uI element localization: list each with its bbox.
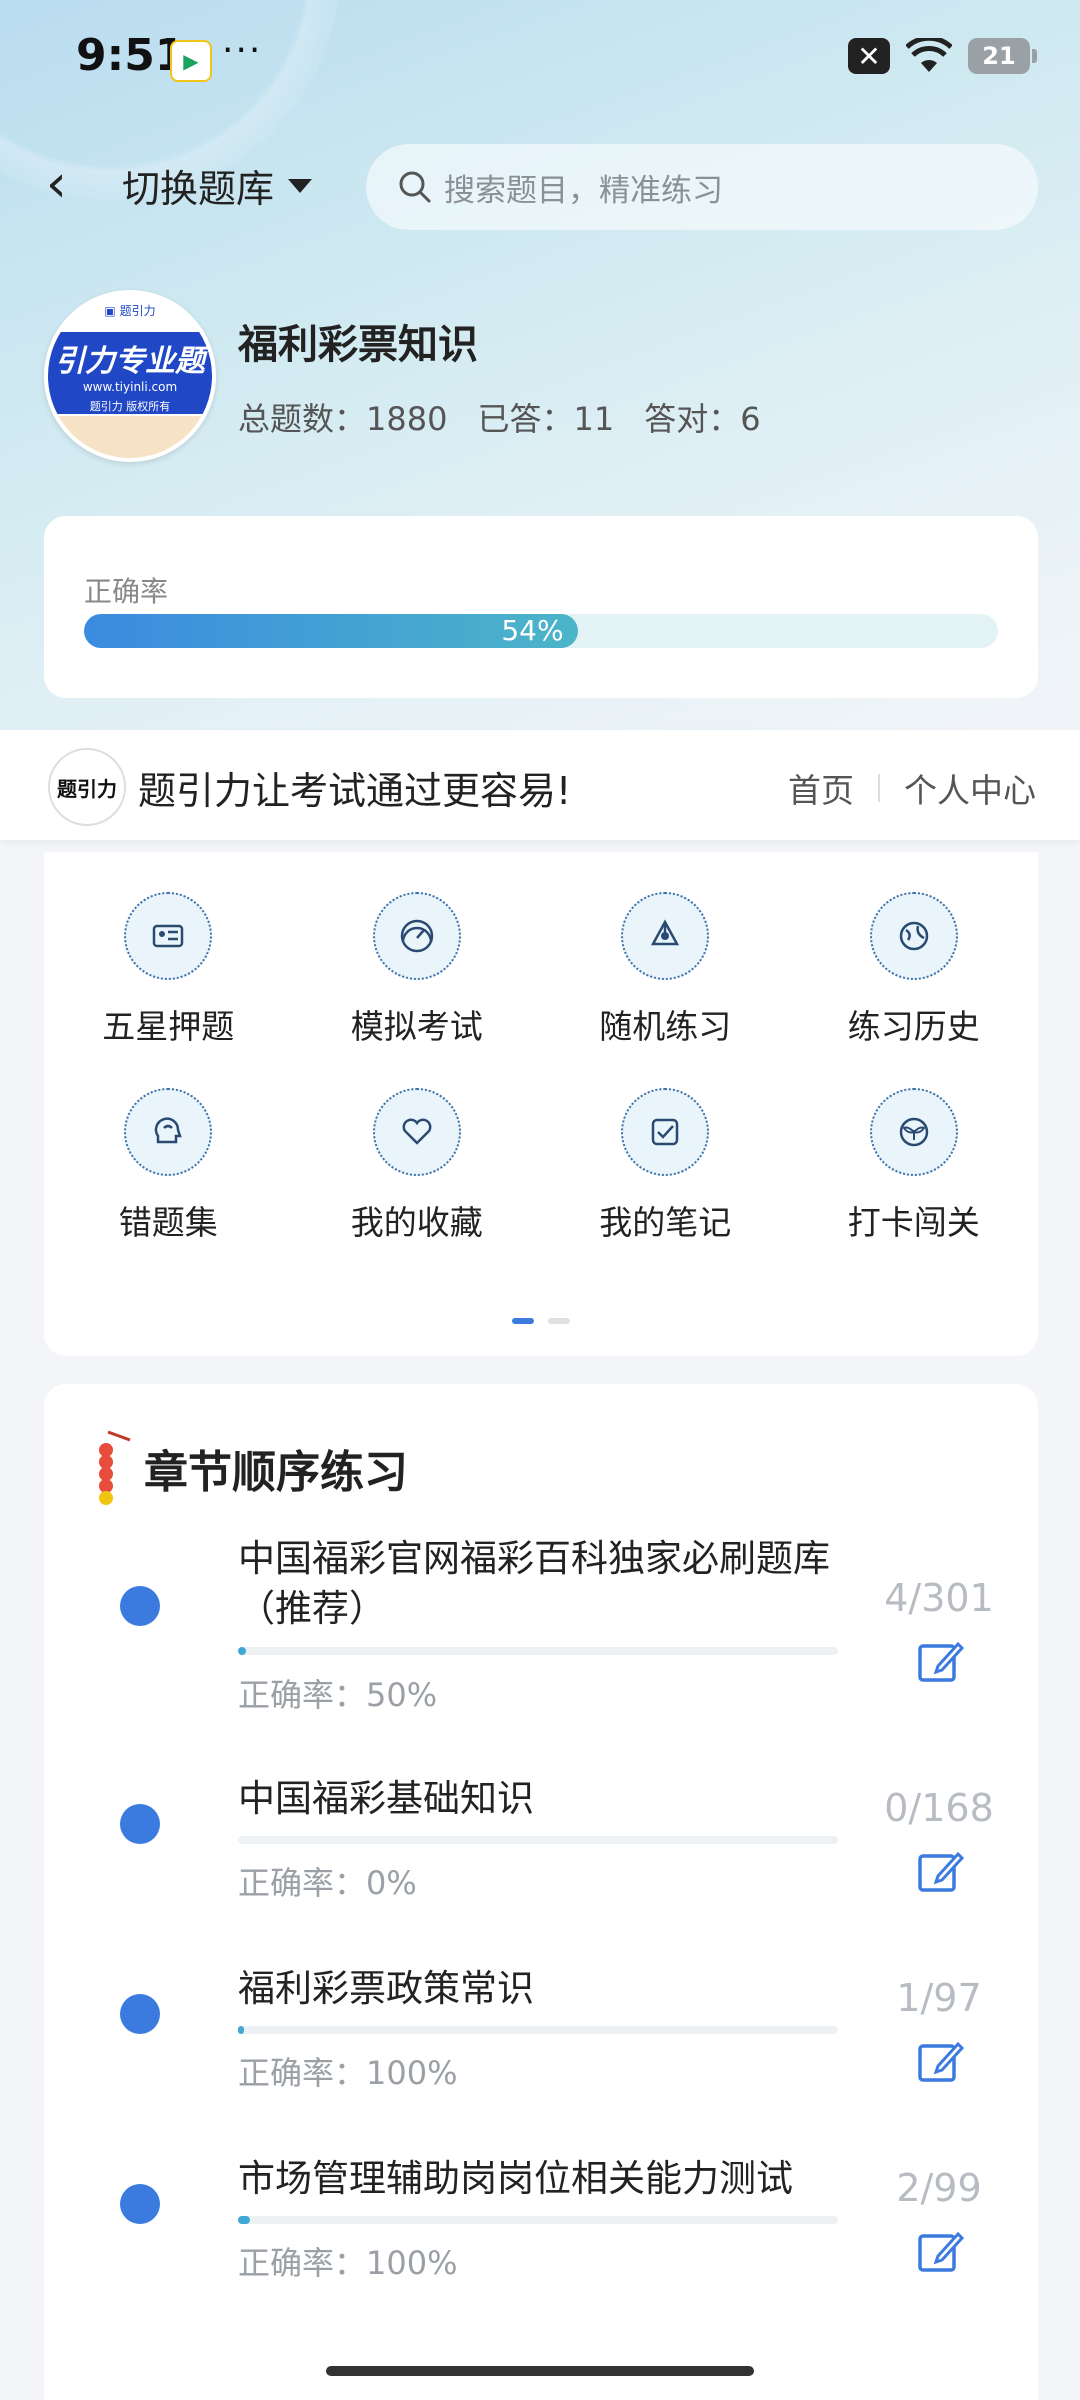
id-card-icon xyxy=(124,892,213,980)
home-indicator[interactable] xyxy=(326,2366,754,2376)
feature-item[interactable]: 我的收藏 xyxy=(293,1088,542,1244)
pager-dot[interactable] xyxy=(548,1318,570,1324)
chapter-progress-bar xyxy=(238,2026,838,2034)
chapter-bullet xyxy=(120,1994,160,2034)
chapter-progress-bar xyxy=(238,2216,838,2224)
profile-link[interactable]: 个人中心 xyxy=(904,764,1036,812)
chapter-count: 2/99 xyxy=(896,2166,982,2210)
feature-label: 我的收藏 xyxy=(350,1203,483,1242)
feature-label: 练习历史 xyxy=(847,1007,980,1046)
chapter-count: 4/301 xyxy=(884,1576,994,1620)
chapter-title: 福利彩票政策常识 xyxy=(238,1967,534,2010)
feature-grid: 五星押题 模拟考试 随机练习 练习历史错题集 我的收藏 我的笔记 打卡闯关 xyxy=(44,892,1038,1244)
chapter-title: 市场管理辅助岗岗位相关能力测试 xyxy=(238,2157,793,2200)
checklist-icon xyxy=(621,1088,710,1176)
chapter-section-header: 章节顺序练习 xyxy=(90,1426,408,1510)
sim-disabled-icon: ✕ xyxy=(848,38,890,74)
accuracy-card: 正确率 54% xyxy=(44,516,1038,698)
chapter-title: 中国福彩基础知识 xyxy=(238,1777,534,1820)
chapter-accuracy: 正确率：100% xyxy=(238,2054,458,2092)
search-input[interactable]: 搜索题目，精准练习 xyxy=(366,144,1038,230)
wifi-icon xyxy=(906,38,952,72)
chapter-bullet xyxy=(120,2184,160,2224)
accuracy-percent: 54% xyxy=(501,614,564,647)
chapter-item[interactable]: 中国福彩基础知识正确率：0% 0/168 xyxy=(44,1774,1038,1944)
chapter-accuracy: 正确率：50% xyxy=(238,1676,438,1714)
edit-icon[interactable] xyxy=(914,1636,966,1688)
bank-stats: 总题数：1880 已答：11 答对：6 xyxy=(238,394,761,440)
accuracy-progress-bar: 54% xyxy=(84,614,998,648)
logo-url: www.tiyinli.com xyxy=(82,380,178,394)
feature-label: 模拟考试 xyxy=(350,1007,483,1046)
chapter-progress-fill xyxy=(238,2216,251,2224)
edit-icon[interactable] xyxy=(914,2036,966,2088)
chapter-section-title: 章节顺序练习 xyxy=(144,1447,408,1498)
total-count: 总题数：1880 xyxy=(238,400,448,438)
bank-name: 福利彩票知识 xyxy=(238,322,478,368)
chapter-item[interactable]: 市场管理辅助岗岗位相关能力测试正确率：100% 2/99 xyxy=(44,2154,1038,2324)
feature-item[interactable]: 随机练习 xyxy=(541,892,790,1048)
top-nav: ‹ 切换题库 搜索题目，精准练习 xyxy=(0,140,1080,230)
chapter-item[interactable]: 中国福彩官网福彩百科独家必刷题库（推荐） 正确率：50% 4/301 xyxy=(44,1534,1038,1714)
feature-item[interactable]: 打卡闯关 xyxy=(790,1088,1039,1244)
chapter-progress-bar xyxy=(238,1836,838,1844)
battery-icon: 21 xyxy=(968,38,1037,74)
feature-label: 错题集 xyxy=(118,1203,218,1242)
feature-grid-card: 五星押题 模拟考试 随机练习 练习历史错题集 我的收藏 我的笔记 打卡闯关 xyxy=(44,852,1038,1356)
feature-item[interactable]: 我的笔记 xyxy=(541,1088,790,1244)
chapter-accuracy: 正确率：100% xyxy=(238,2244,458,2282)
switch-bank-button[interactable]: 切换题库 xyxy=(122,158,313,213)
logo-title: 引力专业题 xyxy=(55,344,205,379)
accuracy-label: 正确率 xyxy=(84,575,169,608)
feature-item[interactable]: 五星押题 xyxy=(44,892,293,1048)
chapter-bullet xyxy=(120,1586,160,1626)
feature-item[interactable]: 模拟考试 xyxy=(293,892,542,1048)
status-bar: 9:51 ▶ ··· ✕ 21 xyxy=(0,0,1080,118)
sprout-icon xyxy=(869,1088,958,1176)
more-notifications-icon: ··· xyxy=(222,30,263,71)
divider xyxy=(878,774,880,802)
chapter-title: 中国福彩官网福彩百科独家必刷题库（推荐） xyxy=(238,1537,830,1630)
head-icon xyxy=(124,1088,213,1176)
speedometer-icon xyxy=(372,892,461,980)
logo-subtitle: 题引力 版权所有 xyxy=(89,400,171,413)
brand-slogan: 题引力让考试通过更容易! xyxy=(138,769,572,813)
chapter-bullet xyxy=(120,1804,160,1844)
question-bank-header: ▣ 题引力 引力专业题 www.tiyinli.com 题引力 版权所有 福利彩… xyxy=(44,290,1044,462)
back-icon[interactable]: ‹ xyxy=(46,158,67,210)
firecracker-icon xyxy=(99,1430,131,1505)
chapter-progress-fill xyxy=(238,2026,245,2034)
promo-banner: 题引力 题引力让考试通过更容易! 首页 个人中心 xyxy=(0,730,1080,840)
answered-count: 已答：11 xyxy=(477,400,615,438)
heart-icon xyxy=(372,1088,461,1176)
chapter-accuracy: 正确率：0% xyxy=(238,1864,417,1902)
chapter-item[interactable]: 福利彩票政策常识正确率：100% 1/97 xyxy=(44,1964,1038,2134)
chapter-progress-fill xyxy=(238,1647,246,1655)
chapter-progress-bar xyxy=(238,1647,838,1655)
feature-label: 五星押题 xyxy=(102,1007,235,1046)
pager-dot-active[interactable] xyxy=(512,1318,534,1324)
chapter-practice-card: 章节顺序练习 中国福彩官网福彩百科独家必刷题库（推荐） 正确率：50% 4/301 中… xyxy=(44,1384,1038,2400)
globe-icon xyxy=(869,892,958,980)
bank-logo: ▣ 题引力 引力专业题 www.tiyinli.com 题引力 版权所有 xyxy=(44,290,216,462)
feature-label: 打卡闯关 xyxy=(847,1203,980,1242)
feature-item[interactable]: 错题集 xyxy=(44,1088,293,1244)
switch-bank-label: 切换题库 xyxy=(122,167,275,211)
correct-count: 答对：6 xyxy=(644,400,761,438)
grid-pager xyxy=(44,1318,1038,1324)
network-icon xyxy=(621,892,710,980)
home-link[interactable]: 首页 xyxy=(788,764,854,812)
search-placeholder: 搜索题目，精准练习 xyxy=(444,172,723,209)
feature-item[interactable]: 练习历史 xyxy=(790,892,1039,1048)
caret-down-icon xyxy=(288,178,313,193)
app-notification-icon: ▶ xyxy=(170,40,212,82)
brand-logo: 题引力 xyxy=(48,748,126,826)
feature-label: 随机练习 xyxy=(599,1007,732,1046)
chapter-count: 1/97 xyxy=(896,1976,982,2020)
feature-label: 我的笔记 xyxy=(599,1203,732,1242)
edit-icon[interactable] xyxy=(914,2226,966,2278)
edit-icon[interactable] xyxy=(914,1846,966,1898)
search-icon xyxy=(399,171,431,203)
chapter-count: 0/168 xyxy=(884,1786,994,1830)
